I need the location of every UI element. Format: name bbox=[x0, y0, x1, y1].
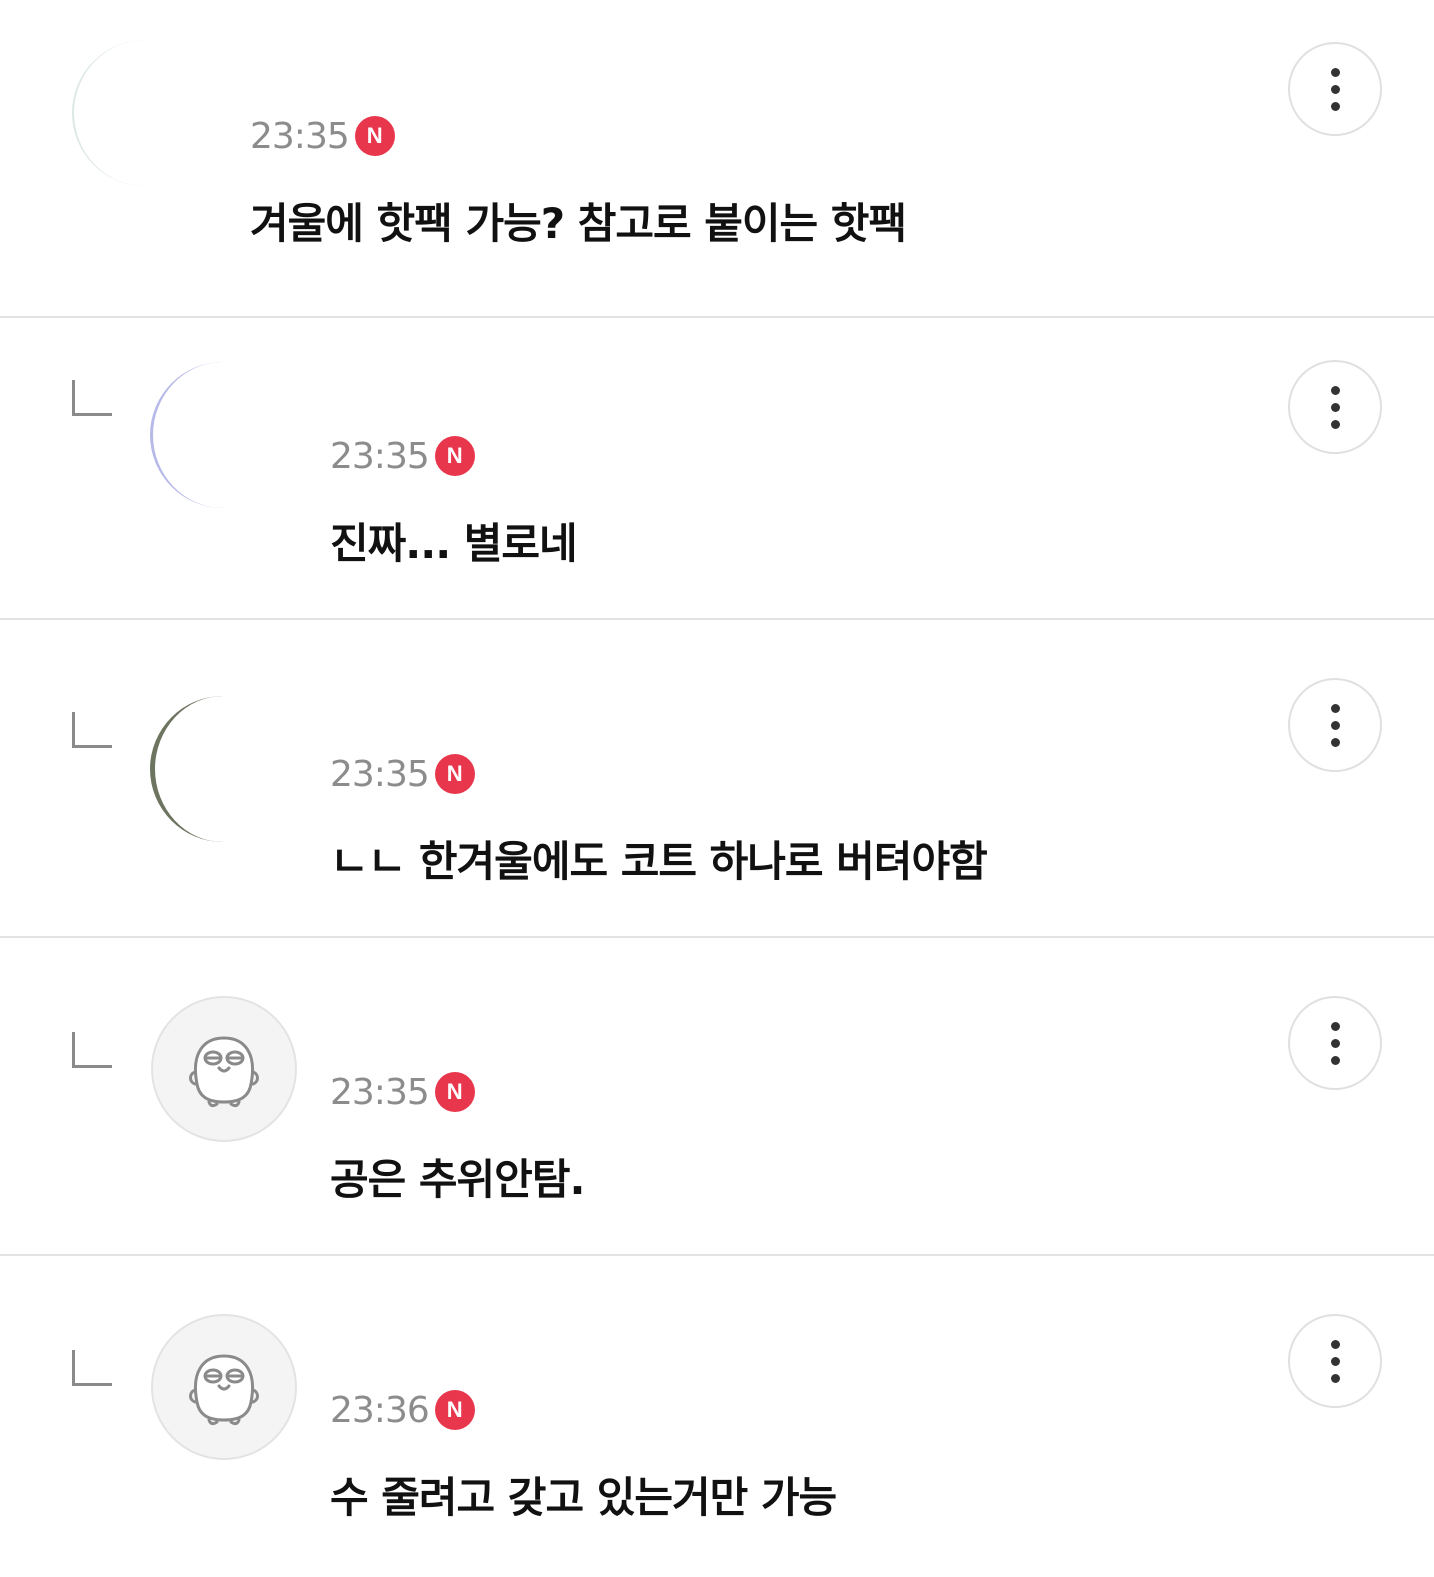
comment-text: 겨울에 핫팩 가능? 참고로 붙이는 핫팩 bbox=[250, 199, 907, 248]
comment-meta: 23:35 N bbox=[330, 752, 475, 796]
comment-text: 진짜... 별로네 bbox=[330, 519, 578, 568]
comment-item: 23:35 N 진짜... 별로네 bbox=[0, 302, 1434, 620]
reply-arrow-icon bbox=[72, 1350, 112, 1386]
comment-item: 23:35 N ㄴㄴ 한겨울에도 코트 하나로 버텨야함 bbox=[0, 620, 1434, 938]
reply-arrow-icon bbox=[72, 380, 112, 416]
reply-arrow-icon bbox=[72, 1032, 112, 1068]
comment-item: 23:35 N 공은 추위안탐. bbox=[0, 938, 1434, 1256]
comment-text: ㄴㄴ 한겨울에도 코트 하나로 버텨야함 bbox=[330, 837, 988, 886]
new-badge: N bbox=[434, 1072, 475, 1112]
more-vertical-icon bbox=[1330, 703, 1340, 747]
comment-time: 23:36 bbox=[330, 1389, 430, 1431]
more-options-button[interactable] bbox=[1288, 996, 1382, 1090]
more-options-button[interactable] bbox=[1288, 360, 1382, 454]
new-badge: N bbox=[434, 1390, 475, 1430]
avatar[interactable] bbox=[72, 40, 218, 186]
comment-time: 23:35 bbox=[330, 753, 430, 795]
comment-meta: 23:35 N bbox=[330, 434, 475, 478]
avatar[interactable] bbox=[151, 1314, 297, 1460]
avatar[interactable] bbox=[151, 996, 297, 1142]
more-options-button[interactable] bbox=[1288, 678, 1382, 772]
more-vertical-icon bbox=[1330, 1021, 1340, 1065]
comment-text: 공은 추위안탐. bbox=[330, 1155, 585, 1204]
avatar[interactable] bbox=[150, 696, 296, 842]
comment-meta: 23:35 N bbox=[250, 114, 395, 158]
reply-arrow-icon bbox=[72, 712, 112, 748]
default-character-avatar-icon bbox=[189, 1036, 259, 1108]
default-character-avatar-icon bbox=[189, 1354, 259, 1426]
new-badge: N bbox=[434, 754, 475, 794]
comment-item: 23:36 N 수 줄려고 갖고 있는거만 가능 bbox=[0, 1256, 1434, 1574]
more-vertical-icon bbox=[1330, 385, 1340, 429]
more-options-button[interactable] bbox=[1288, 42, 1382, 136]
comment-meta: 23:36 N bbox=[330, 1388, 475, 1432]
more-vertical-icon bbox=[1330, 1339, 1340, 1383]
more-vertical-icon bbox=[1330, 67, 1340, 111]
comment-item: 23:35 N 겨울에 핫팩 가능? 참고로 붙이는 핫팩 bbox=[0, 0, 1434, 318]
new-badge: N bbox=[434, 436, 475, 476]
comment-time: 23:35 bbox=[330, 435, 430, 477]
new-badge: N bbox=[354, 116, 395, 156]
more-options-button[interactable] bbox=[1288, 1314, 1382, 1408]
comment-time: 23:35 bbox=[330, 1071, 430, 1113]
comment-text: 수 줄려고 갖고 있는거만 가능 bbox=[330, 1473, 837, 1522]
comment-time: 23:35 bbox=[250, 115, 350, 157]
avatar[interactable] bbox=[150, 362, 296, 508]
comment-meta: 23:35 N bbox=[330, 1070, 475, 1114]
